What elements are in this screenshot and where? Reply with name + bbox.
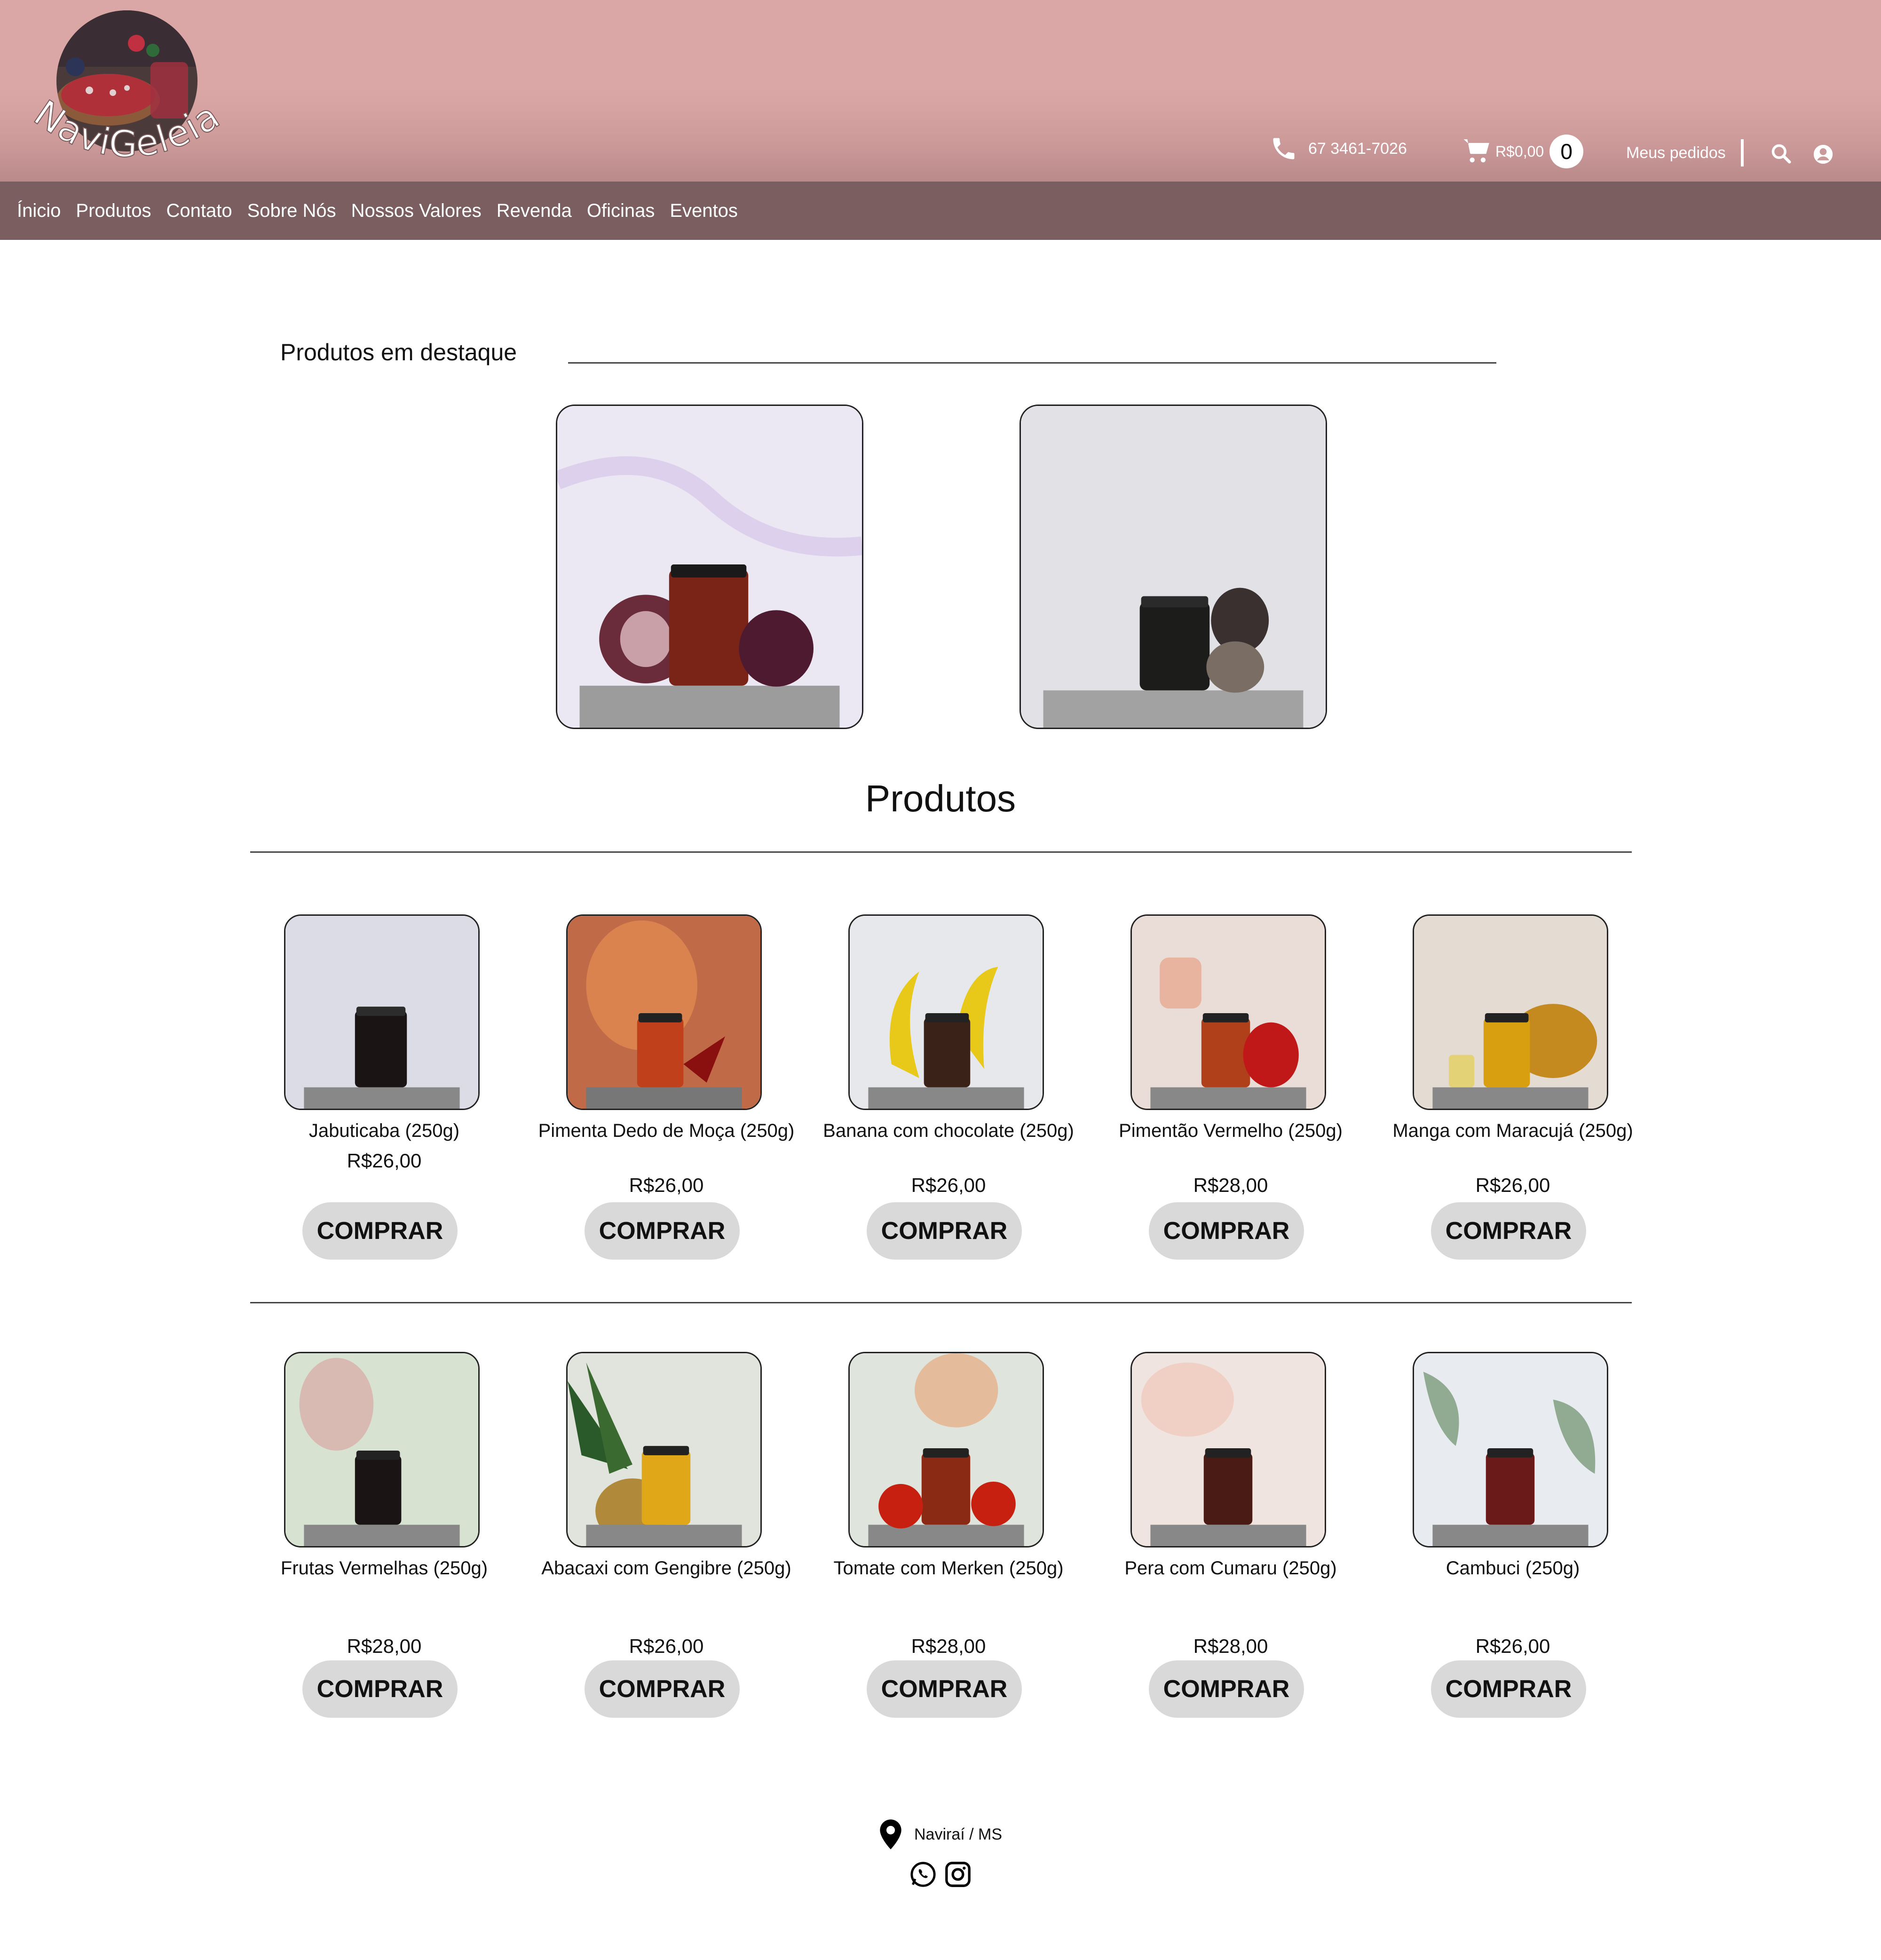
- main-nav: Ínicio Produtos Contato Sobre Nós Nossos…: [0, 182, 1881, 240]
- product-image[interactable]: [1413, 914, 1608, 1110]
- product-name: Manga com Maracujá (250g): [1392, 1120, 1633, 1141]
- product-image[interactable]: [566, 914, 762, 1110]
- featured-product-onion[interactable]: [556, 405, 863, 729]
- product-name: Abacaxi com Gengibre (250g): [541, 1558, 791, 1579]
- product-name: Frutas Vermelhas (250g): [280, 1558, 488, 1579]
- section-divider-middle: [250, 1302, 1632, 1303]
- orders-area: Meus pedidos: [1626, 139, 1744, 167]
- product-image[interactable]: [284, 1352, 480, 1547]
- product-name: Cambuci (250g): [1446, 1558, 1580, 1579]
- svg-text:NaviGeleias: NaviGeleias: [19, 8, 228, 166]
- header-separator: [1740, 139, 1744, 167]
- buy-button[interactable]: COMPRAR: [867, 1660, 1022, 1718]
- buy-button[interactable]: COMPRAR: [302, 1660, 458, 1718]
- product-name: Tomate com Merken (250g): [833, 1558, 1064, 1579]
- product-price: R$28,00: [1193, 1635, 1268, 1657]
- cart-icon: [1463, 139, 1489, 163]
- product-image[interactable]: [848, 914, 1044, 1110]
- product-image[interactable]: [566, 1352, 762, 1547]
- search-icon: [1771, 144, 1791, 164]
- buy-button[interactable]: COMPRAR: [585, 1660, 740, 1718]
- section-divider-top: [250, 851, 1632, 853]
- cart-total: R$0,00: [1495, 143, 1544, 160]
- nav-item-eventos[interactable]: Eventos: [670, 200, 738, 222]
- buy-button[interactable]: COMPRAR: [1149, 1660, 1304, 1718]
- my-orders-link[interactable]: Meus pedidos: [1626, 144, 1726, 162]
- product-name: Jabuticaba (250g): [308, 1120, 460, 1141]
- map-pin-icon: [880, 1819, 901, 1849]
- phone-number: 67 3461-7026: [1308, 139, 1407, 158]
- product-name: Pera com Cumaru (250g): [1124, 1558, 1337, 1579]
- nav-item-nossos-valores[interactable]: Nossos Valores: [351, 200, 482, 222]
- instagram-icon[interactable]: [944, 1861, 972, 1888]
- product-price: R$26,00: [347, 1150, 422, 1172]
- product-image[interactable]: [848, 1352, 1044, 1547]
- site-logo[interactable]: NaviGeleias: [19, 8, 235, 183]
- featured-divider: [568, 362, 1496, 364]
- social-links: [909, 1861, 979, 1888]
- buy-button[interactable]: COMPRAR: [867, 1202, 1022, 1260]
- user-icon: [1813, 144, 1833, 164]
- whatsapp-icon[interactable]: [909, 1861, 937, 1888]
- product-image[interactable]: [1130, 914, 1326, 1110]
- search-button[interactable]: [1770, 143, 1791, 164]
- product-image[interactable]: [1130, 1352, 1326, 1547]
- product-image[interactable]: [284, 914, 480, 1110]
- buy-button[interactable]: COMPRAR: [302, 1202, 458, 1260]
- cart-count-badge: 0: [1549, 135, 1584, 168]
- product-price: R$26,00: [629, 1174, 704, 1196]
- product-price: R$26,00: [911, 1174, 986, 1196]
- header-bar: NaviGeleias 67 3461-7026 R$0,00 0 Meus p…: [0, 0, 1881, 182]
- product-name: Banana com chocolate (250g): [823, 1120, 1074, 1141]
- featured-product-garlic[interactable]: [1020, 405, 1327, 729]
- buy-button[interactable]: COMPRAR: [1431, 1202, 1586, 1260]
- product-price: R$26,00: [1475, 1174, 1550, 1196]
- nav-item-contato[interactable]: Contato: [166, 200, 232, 222]
- product-price: R$28,00: [347, 1635, 422, 1657]
- footer-location: Naviraí / MS: [877, 1818, 1002, 1850]
- location-text: Naviraí / MS: [914, 1825, 1003, 1843]
- product-price: R$28,00: [911, 1635, 986, 1657]
- nav-item-revenda[interactable]: Revenda: [497, 200, 572, 222]
- product-price: R$28,00: [1193, 1174, 1268, 1196]
- buy-button[interactable]: COMPRAR: [585, 1202, 740, 1260]
- cart-button[interactable]: R$0,00 0: [1462, 135, 1584, 168]
- product-image[interactable]: [1413, 1352, 1608, 1547]
- nav-item-sobre-nos[interactable]: Sobre Nós: [247, 200, 336, 222]
- account-button[interactable]: [1813, 144, 1834, 165]
- featured-title: Produtos em destaque: [280, 339, 517, 365]
- product-price: R$26,00: [1475, 1635, 1550, 1657]
- buy-button[interactable]: COMPRAR: [1431, 1660, 1586, 1718]
- phone-contact[interactable]: 67 3461-7026: [1270, 135, 1407, 163]
- buy-button[interactable]: COMPRAR: [1149, 1202, 1304, 1260]
- featured-product-image: [1021, 406, 1326, 728]
- featured-product-image: [557, 406, 862, 728]
- nav-item-oficinas[interactable]: Oficinas: [587, 200, 655, 222]
- product-name: Pimenta Dedo de Moça (250g): [538, 1120, 795, 1141]
- products-section-title: Produtos: [865, 778, 1016, 819]
- logo-text: NaviGeleias: [19, 8, 228, 167]
- product-name: Pimentão Vermelho (250g): [1119, 1120, 1343, 1141]
- phone-icon: [1273, 138, 1295, 159]
- product-price: R$26,00: [629, 1635, 704, 1657]
- nav-item-produtos[interactable]: Produtos: [76, 200, 151, 222]
- nav-item-inicio[interactable]: Ínicio: [17, 200, 61, 222]
